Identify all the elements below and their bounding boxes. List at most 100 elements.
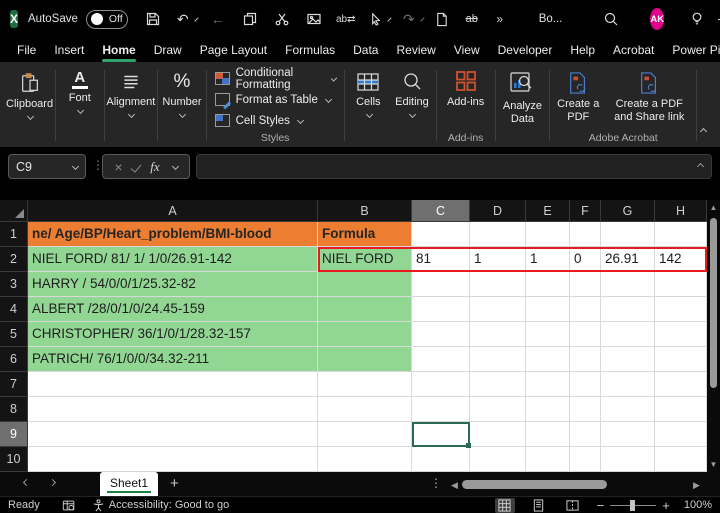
sheet-tab-sheet1[interactable]: Sheet1 bbox=[100, 472, 158, 496]
cell-G10[interactable] bbox=[601, 447, 655, 472]
row-header-9[interactable]: 9 bbox=[0, 422, 28, 447]
cell-F5[interactable] bbox=[570, 322, 601, 347]
cell-E9[interactable] bbox=[526, 422, 570, 447]
editing-group-button[interactable]: Editing bbox=[390, 64, 434, 147]
cell-C3[interactable] bbox=[412, 272, 470, 297]
cell-C6[interactable] bbox=[412, 347, 470, 372]
conditional-formatting-button[interactable]: Conditional Formatting bbox=[214, 67, 337, 91]
tab-help[interactable]: Help bbox=[561, 40, 604, 60]
insert-picture-icon[interactable] bbox=[303, 7, 325, 31]
cell-A3[interactable]: HARRY / 54/0/0/1/25.32-82 bbox=[28, 272, 318, 297]
cancel-entry-icon[interactable]: × bbox=[114, 159, 122, 175]
horizontal-scrollbar[interactable] bbox=[462, 480, 690, 489]
row-header-4[interactable]: 4 bbox=[0, 297, 28, 322]
cell-F1[interactable] bbox=[570, 222, 601, 247]
cell-D10[interactable] bbox=[470, 447, 526, 472]
cell-A10[interactable] bbox=[28, 447, 318, 472]
zoom-level[interactable]: 100% bbox=[684, 499, 712, 511]
cell-F2[interactable]: 0 bbox=[570, 247, 601, 272]
zoom-out-icon[interactable]: − bbox=[597, 498, 605, 513]
scroll-up-icon[interactable]: ▲ bbox=[707, 203, 720, 212]
cell-H7[interactable] bbox=[655, 372, 707, 397]
cell-C7[interactable] bbox=[412, 372, 470, 397]
cell-H6[interactable] bbox=[655, 347, 707, 372]
cell-B6[interactable] bbox=[318, 347, 412, 372]
col-header-D[interactable]: D bbox=[470, 200, 526, 222]
confirm-entry-icon[interactable] bbox=[130, 160, 142, 173]
autosave-toggle[interactable]: Off bbox=[85, 9, 128, 29]
cell-G9[interactable] bbox=[601, 422, 655, 447]
cell-C5[interactable] bbox=[412, 322, 470, 347]
cell-D9[interactable] bbox=[470, 422, 526, 447]
next-sheet-icon[interactable] bbox=[48, 478, 57, 487]
cell-B10[interactable] bbox=[318, 447, 412, 472]
cell-G1[interactable] bbox=[601, 222, 655, 247]
alignment-group-button[interactable]: Alignment bbox=[106, 64, 155, 147]
cell-D4[interactable] bbox=[470, 297, 526, 322]
clear-formatting-icon[interactable]: ab bbox=[461, 7, 483, 31]
cell-D1[interactable] bbox=[470, 222, 526, 247]
cell-G8[interactable] bbox=[601, 397, 655, 422]
tab-developer[interactable]: Developer bbox=[489, 40, 562, 60]
row-header-7[interactable]: 7 bbox=[0, 372, 28, 397]
cell-H1[interactable] bbox=[655, 222, 707, 247]
excel-app-icon[interactable]: X bbox=[10, 10, 19, 28]
cell-C1[interactable] bbox=[412, 222, 470, 247]
col-header-H[interactable]: H bbox=[655, 200, 707, 222]
cell-C9[interactable] bbox=[412, 422, 470, 447]
col-header-C[interactable]: C bbox=[412, 200, 470, 222]
cell-H4[interactable] bbox=[655, 297, 707, 322]
sheet-options-icon[interactable]: ⋮ bbox=[430, 476, 442, 490]
insert-function-icon[interactable]: fx bbox=[150, 159, 159, 175]
collapse-ribbon-button[interactable] bbox=[699, 121, 714, 147]
vertical-scroll-thumb[interactable] bbox=[710, 218, 717, 388]
scroll-down-icon[interactable]: ▼ bbox=[707, 460, 720, 469]
cell-B8[interactable] bbox=[318, 397, 412, 422]
create-pdf-share-button[interactable]: Create a PDF and Share link bbox=[604, 64, 694, 124]
cell-D6[interactable] bbox=[470, 347, 526, 372]
cell-C2[interactable]: 81 bbox=[412, 247, 470, 272]
cell-A9[interactable] bbox=[28, 422, 318, 447]
cell-G5[interactable] bbox=[601, 322, 655, 347]
cell-B7[interactable] bbox=[318, 372, 412, 397]
cell-A7[interactable] bbox=[28, 372, 318, 397]
cell-G7[interactable] bbox=[601, 372, 655, 397]
tab-acrobat[interactable]: Acrobat bbox=[604, 40, 663, 60]
page-layout-view-button[interactable] bbox=[529, 498, 549, 513]
cell-F9[interactable] bbox=[570, 422, 601, 447]
cell-G3[interactable] bbox=[601, 272, 655, 297]
more-commands-icon[interactable]: » bbox=[489, 7, 511, 31]
tab-page-layout[interactable]: Page Layout bbox=[191, 40, 276, 60]
cell-H10[interactable] bbox=[655, 447, 707, 472]
cell-E1[interactable] bbox=[526, 222, 570, 247]
copy-icon[interactable] bbox=[239, 7, 261, 31]
format-as-table-button[interactable]: Format as Table bbox=[214, 89, 336, 110]
cell-H3[interactable] bbox=[655, 272, 707, 297]
col-header-F[interactable]: F bbox=[570, 200, 601, 222]
hscroll-left-icon[interactable]: ◀ bbox=[451, 480, 458, 491]
cell-styles-button[interactable]: Cell Styles bbox=[214, 110, 336, 131]
zoom-slider-thumb[interactable] bbox=[630, 499, 636, 511]
col-header-E[interactable]: E bbox=[526, 200, 570, 222]
cell-E6[interactable] bbox=[526, 347, 570, 372]
cell-G6[interactable] bbox=[601, 347, 655, 372]
cell-D8[interactable] bbox=[470, 397, 526, 422]
cell-E5[interactable] bbox=[526, 322, 570, 347]
cell-E10[interactable] bbox=[526, 447, 570, 472]
fx-dropdown-icon[interactable] bbox=[171, 162, 179, 171]
tab-review[interactable]: Review bbox=[387, 40, 444, 60]
cell-D3[interactable] bbox=[470, 272, 526, 297]
name-box[interactable]: C9 bbox=[8, 154, 86, 179]
new-sheet-button[interactable]: + bbox=[170, 475, 179, 492]
row-header-8[interactable]: 8 bbox=[0, 397, 28, 422]
cell-C8[interactable] bbox=[412, 397, 470, 422]
cell-C10[interactable] bbox=[412, 447, 470, 472]
save-icon[interactable] bbox=[142, 7, 164, 31]
row-header-1[interactable]: 1 bbox=[0, 222, 28, 247]
cell-F10[interactable] bbox=[570, 447, 601, 472]
cut-icon[interactable] bbox=[271, 7, 293, 31]
col-header-A[interactable]: A bbox=[28, 200, 318, 222]
prev-sheet-icon[interactable] bbox=[22, 478, 31, 487]
cell-A4[interactable]: ALBERT /28/0/1/0/24.45-159 bbox=[28, 297, 318, 322]
font-group-button[interactable]: A Font bbox=[58, 64, 102, 147]
